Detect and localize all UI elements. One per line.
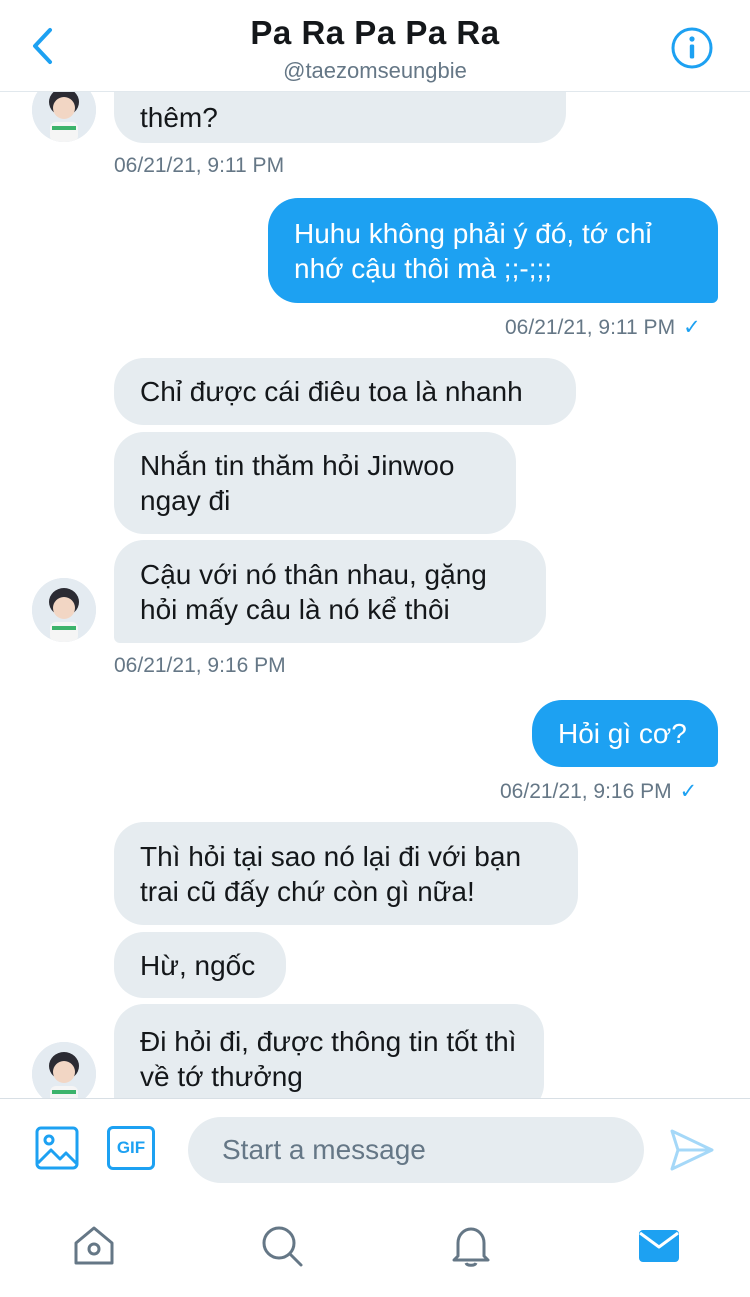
mail-icon bbox=[639, 1230, 679, 1262]
message-text: Nhắn tin thăm hỏi Jinwoo ngay đi bbox=[140, 450, 455, 516]
avatar[interactable] bbox=[32, 1042, 96, 1098]
info-button[interactable] bbox=[670, 26, 714, 70]
message-bubble[interactable]: Đi hỏi đi, được thông tin tốt thì về tớ … bbox=[114, 1004, 544, 1098]
message-bubble[interactable]: Cậu với nó thân nhau, gặng hỏi mấy câu l… bbox=[114, 540, 546, 643]
tab-messages[interactable] bbox=[635, 1222, 683, 1270]
gif-icon: GIF bbox=[116, 1138, 146, 1157]
message-composer: GIF bbox=[0, 1098, 750, 1200]
bell-icon bbox=[452, 1227, 490, 1267]
conversation-handle: @taezomseungbie bbox=[283, 58, 467, 83]
search-icon bbox=[262, 1226, 303, 1267]
message-text: Thì hỏi tại sao nó lại đi với bạn trai c… bbox=[140, 840, 522, 907]
timestamp-text: 06/21/21, 9:11 PM bbox=[505, 316, 676, 339]
send-icon bbox=[670, 1129, 714, 1171]
sent-check-icon: ✓ bbox=[679, 780, 698, 803]
home-icon bbox=[74, 1226, 114, 1265]
conversation-title-block[interactable]: Pa Ra Pa Pa Ra @taezomseungbie bbox=[0, 14, 750, 84]
image-icon bbox=[35, 1126, 79, 1170]
message-timestamp: 06/21/21, 9:11 PM bbox=[114, 154, 285, 177]
message-timestamp: 06/21/21, 9:11 PM ✓ bbox=[505, 315, 701, 340]
avatar[interactable] bbox=[32, 578, 96, 642]
message-bubble[interactable]: Hừ, ngốc bbox=[114, 932, 286, 998]
message-timestamp: 06/21/21, 9:16 PM bbox=[114, 654, 286, 677]
send-button[interactable] bbox=[668, 1127, 716, 1173]
message-bubble[interactable]: Huhu không phải ý đó, tớ chỉ nhớ cậu thô… bbox=[268, 198, 718, 303]
tab-home[interactable] bbox=[70, 1222, 118, 1270]
media-button[interactable] bbox=[34, 1125, 80, 1171]
gif-button[interactable]: GIF bbox=[107, 1126, 155, 1170]
message-list[interactable]: thêm? 06/21/21, 9:11 PM Huhu không phải … bbox=[0, 92, 750, 1098]
conversation-header: Pa Ra Pa Pa Ra @taezomseungbie bbox=[0, 0, 750, 92]
info-icon bbox=[671, 27, 713, 69]
message-bubble[interactable]: Chỉ được cái điêu toa là nhanh bbox=[114, 358, 576, 425]
tab-search[interactable] bbox=[258, 1222, 306, 1270]
message-text: thêm? bbox=[140, 102, 218, 133]
message-text: Cậu với nó thân nhau, gặng hỏi mấy câu l… bbox=[140, 558, 487, 625]
message-text: Chỉ được cái điêu toa là nhanh bbox=[140, 376, 523, 407]
message-bubble[interactable]: Nhắn tin thăm hỏi Jinwoo ngay đi bbox=[114, 432, 516, 534]
avatar[interactable] bbox=[32, 92, 96, 142]
message-text: Hừ, ngốc bbox=[140, 949, 256, 981]
message-bubble[interactable]: Thì hỏi tại sao nó lại đi với bạn trai c… bbox=[114, 822, 578, 925]
conversation-title: Pa Ra Pa Pa Ra bbox=[250, 14, 500, 51]
tab-notifications[interactable] bbox=[447, 1222, 495, 1270]
message-text: Hỏi gì cơ? bbox=[558, 718, 687, 749]
message-text: Huhu không phải ý đó, tớ chỉ nhớ cậu thô… bbox=[294, 217, 652, 284]
message-timestamp: 06/21/21, 9:16 PM ✓ bbox=[500, 779, 697, 804]
message-text: Đi hỏi đi, được thông tin tốt thì về tớ … bbox=[140, 1026, 517, 1092]
sent-check-icon: ✓ bbox=[683, 316, 701, 339]
timestamp-text: 06/21/21, 9:16 PM bbox=[500, 780, 672, 803]
message-bubble[interactable]: thêm? bbox=[114, 92, 566, 143]
message-bubble[interactable]: Hỏi gì cơ? bbox=[532, 700, 718, 767]
message-input[interactable] bbox=[188, 1117, 644, 1183]
bottom-tab-bar bbox=[0, 1200, 750, 1297]
